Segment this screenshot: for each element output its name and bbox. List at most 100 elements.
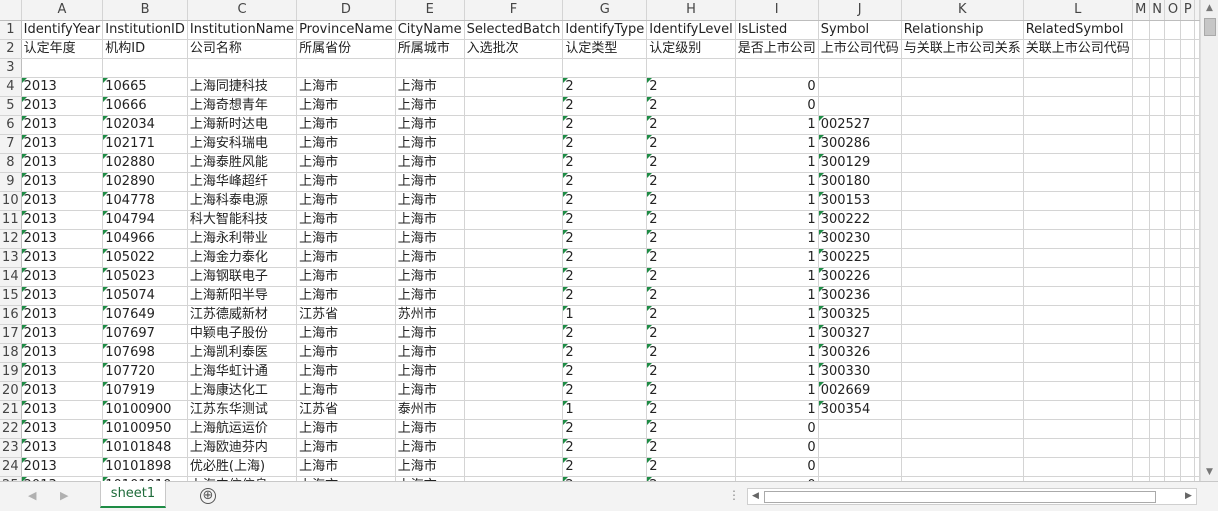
cell[interactable] [901, 267, 1024, 287]
cell[interactable] [464, 191, 564, 211]
cell[interactable]: 2 [646, 96, 736, 116]
cell[interactable]: 2 [646, 248, 736, 268]
cell[interactable] [1194, 419, 1200, 439]
cell[interactable] [1180, 419, 1195, 439]
cell[interactable] [464, 210, 564, 230]
cell[interactable] [1180, 77, 1195, 97]
scroll-left-arrow-icon[interactable]: ◀ [748, 489, 763, 504]
cell[interactable]: 上海市 [395, 343, 465, 363]
cell[interactable]: 300354 [818, 400, 902, 420]
cell[interactable] [1180, 115, 1195, 135]
cell[interactable] [1164, 286, 1182, 306]
cell[interactable]: 300225 [818, 248, 902, 268]
cell[interactable] [464, 419, 564, 439]
cell[interactable] [1194, 172, 1200, 192]
cell[interactable]: 2013 [21, 381, 104, 401]
cell[interactable] [1180, 457, 1195, 477]
row-header[interactable]: 4 [0, 77, 22, 97]
row-header[interactable]: 11 [0, 210, 22, 230]
cell[interactable]: 2 [646, 210, 736, 230]
cell[interactable]: 江苏东华测试 [187, 400, 298, 420]
cell[interactable] [818, 77, 902, 97]
cell[interactable]: 2 [562, 419, 648, 439]
cell[interactable]: 上海安科瑞电 [187, 134, 298, 154]
row-header[interactable]: 7 [0, 134, 22, 154]
tab-prev-icon[interactable]: ◀ [28, 489, 36, 502]
row-header[interactable]: 5 [0, 96, 22, 116]
cell[interactable]: 2 [646, 381, 736, 401]
cell[interactable]: 上海市 [296, 172, 396, 192]
cell[interactable] [464, 457, 564, 477]
scroll-up-arrow-icon[interactable]: ▲ [1201, 0, 1218, 17]
cell[interactable]: 上海欧迪芬内 [187, 438, 298, 458]
cell[interactable] [901, 172, 1024, 192]
cell[interactable] [464, 134, 564, 154]
cell[interactable] [1164, 343, 1182, 363]
cell[interactable]: 2 [646, 305, 736, 325]
cell[interactable] [1023, 438, 1133, 458]
cell[interactable]: 1 [735, 191, 819, 211]
cell[interactable]: 0 [735, 438, 819, 458]
column-header-h[interactable]: H [646, 0, 736, 21]
cell[interactable]: 认定年度 [21, 39, 104, 59]
cell[interactable] [464, 362, 564, 382]
cell[interactable] [1132, 457, 1150, 477]
cell[interactable] [464, 267, 564, 287]
cell[interactable] [1180, 96, 1195, 116]
cell[interactable] [1132, 248, 1150, 268]
cell[interactable]: 上海市 [395, 419, 465, 439]
cell[interactable] [1149, 457, 1166, 477]
cell[interactable] [1132, 343, 1150, 363]
cell[interactable]: IdentifyYear [21, 20, 104, 40]
cell[interactable]: 2 [646, 362, 736, 382]
cell[interactable]: 上海新时达电 [187, 115, 298, 135]
cell[interactable]: 上海市 [395, 77, 465, 97]
cell[interactable] [1194, 96, 1200, 116]
cell[interactable] [1180, 324, 1195, 344]
cell[interactable]: 2 [646, 400, 736, 420]
cell[interactable] [1023, 419, 1133, 439]
cell[interactable]: 上海市 [296, 362, 396, 382]
cell[interactable] [1149, 286, 1166, 306]
cell[interactable]: 2013 [21, 400, 104, 420]
cell[interactable] [901, 381, 1024, 401]
row-header[interactable]: 18 [0, 343, 22, 363]
cell[interactable] [1023, 134, 1133, 154]
cell[interactable]: 2 [562, 438, 648, 458]
cell[interactable]: SelectedBatch [464, 20, 564, 40]
cell[interactable] [1180, 191, 1195, 211]
cell[interactable] [1194, 77, 1200, 97]
cell[interactable]: 104794 [102, 210, 188, 230]
cell[interactable] [901, 153, 1024, 173]
cell[interactable] [1180, 362, 1195, 382]
cell[interactable]: 2 [646, 286, 736, 306]
cell[interactable]: 入选批次 [464, 39, 564, 59]
cell[interactable]: 300330 [818, 362, 902, 382]
cell[interactable]: 上海市 [395, 324, 465, 344]
cell[interactable]: 2 [562, 153, 648, 173]
cell[interactable]: 300325 [818, 305, 902, 325]
column-header-m[interactable]: M [1132, 0, 1150, 21]
cell[interactable]: 上市公司代码 [818, 39, 902, 59]
cell[interactable]: 107919 [102, 381, 188, 401]
cell[interactable]: 2 [646, 419, 736, 439]
cell[interactable] [296, 58, 396, 78]
row-header[interactable]: 24 [0, 457, 22, 477]
cell[interactable]: 105022 [102, 248, 188, 268]
cell[interactable] [901, 343, 1024, 363]
cell[interactable] [1023, 248, 1133, 268]
cell[interactable] [1149, 58, 1166, 78]
cell[interactable] [1164, 324, 1182, 344]
cell[interactable] [1194, 267, 1200, 287]
cell[interactable] [1023, 324, 1133, 344]
cell[interactable] [1194, 438, 1200, 458]
cell[interactable]: 0 [735, 457, 819, 477]
cell[interactable]: 上海市 [296, 153, 396, 173]
cell[interactable] [901, 191, 1024, 211]
cell[interactable]: 上海科泰电源 [187, 191, 298, 211]
cell[interactable]: 上海奇想青年 [187, 96, 298, 116]
cell[interactable]: 2 [562, 362, 648, 382]
cell[interactable] [1132, 153, 1150, 173]
cell[interactable] [901, 248, 1024, 268]
cell[interactable]: 2 [562, 77, 648, 97]
